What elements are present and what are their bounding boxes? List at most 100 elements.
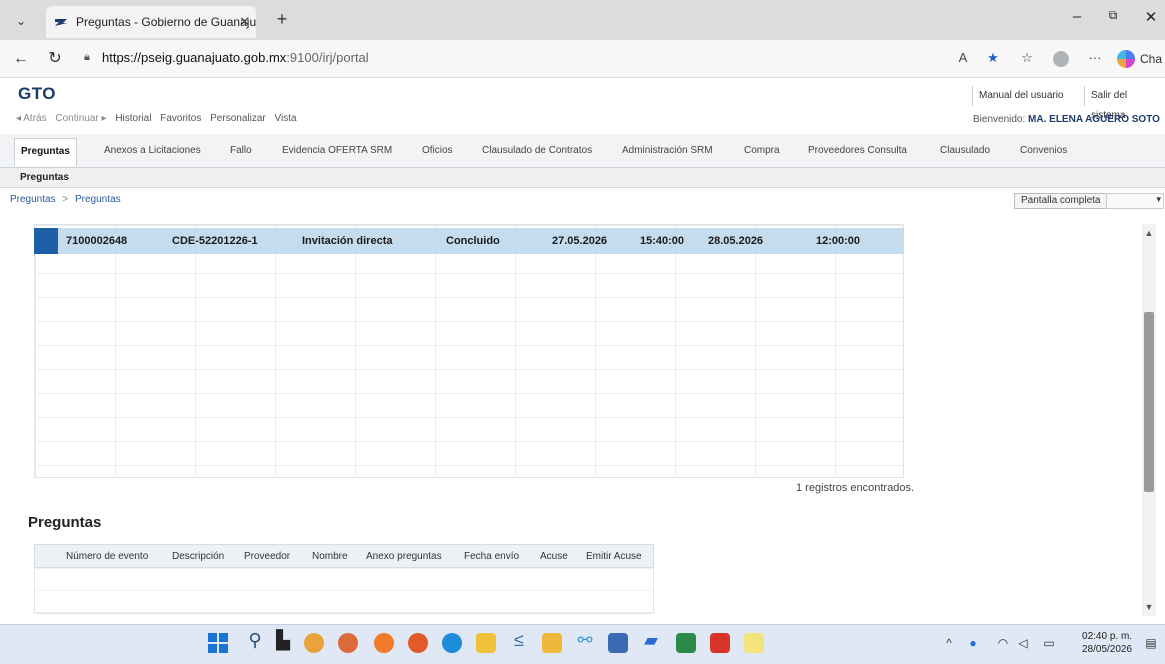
app-icon[interactable]: ≤ [508, 630, 530, 651]
tab-list-chevron-icon[interactable]: ⌄ [10, 10, 32, 32]
battery-icon[interactable]: ▭ [1040, 636, 1058, 650]
calculator-icon[interactable] [608, 633, 628, 653]
copilot-icon[interactable] [1117, 50, 1135, 68]
favorites-bar-icon[interactable]: ☆ [1016, 50, 1038, 66]
refresh-icon[interactable]: ↻ [44, 48, 66, 70]
tab-anexos-licitaciones[interactable]: Anexos a Licitaciones [104, 138, 201, 166]
restore-button[interactable]: ⧉ [1098, 8, 1128, 23]
events-table [34, 224, 904, 478]
fullscreen-button[interactable]: Pantalla completa [1014, 193, 1108, 209]
volume-icon[interactable]: ◁ [1014, 636, 1032, 650]
copilot-label[interactable]: Cha [1140, 52, 1162, 66]
acrobat-icon[interactable] [710, 633, 730, 653]
cell-event-status: Concluido [446, 235, 500, 247]
browser-tab[interactable]: Preguntas - Gobierno de Guanaju ✕ [46, 6, 256, 38]
logout-button[interactable]: Salir del sistema [1084, 86, 1165, 121]
column-header[interactable]: Proveedor [244, 551, 290, 562]
tab-title: Preguntas - Gobierno de Guanaju [76, 15, 256, 29]
chrome-app-icon[interactable] [304, 633, 324, 653]
clock-time: 02:40 p. m. [1082, 631, 1133, 642]
breadcrumb-item-current: Preguntas [75, 194, 121, 205]
nav-view-link[interactable]: Vista [275, 113, 297, 124]
taskbar-clock[interactable]: 02:40 p. m. 28/05/2026 [1082, 630, 1132, 656]
read-aloud-icon[interactable]: A [952, 50, 974, 65]
column-header[interactable]: Acuse [540, 551, 568, 562]
search-icon[interactable]: ⚲ [244, 630, 266, 651]
tab-clausulado-contratos[interactable]: Clausulado de Contratos [482, 138, 592, 166]
column-header[interactable]: Número de evento [66, 551, 148, 562]
favorite-star-icon[interactable]: ★ [982, 50, 1004, 66]
notification-icon[interactable]: ▤ [1142, 636, 1160, 650]
column-header[interactable]: Fecha envío [464, 551, 519, 562]
tab-oficios[interactable]: Oficios [422, 138, 453, 166]
cell-start-time: 15:40:00 [640, 235, 685, 247]
nav-history-link[interactable]: Historial [115, 113, 151, 124]
tab-fallo[interactable]: Fallo [230, 138, 252, 166]
nav-favorites-link[interactable]: Favoritos [160, 113, 201, 124]
column-header[interactable]: Emitir Acuse [586, 551, 642, 562]
edge-icon[interactable] [442, 633, 462, 653]
url-path: :9100/irj/portal [286, 50, 369, 65]
minimize-button[interactable]: – [1062, 8, 1092, 25]
mail-icon[interactable]: ▰ [640, 630, 662, 651]
scroll-up-icon[interactable]: ▲ [1142, 226, 1156, 240]
cell-end-time: 12:00:00 [816, 235, 861, 247]
column-header[interactable]: Nombre [312, 551, 348, 562]
records-count: 1 registros encontrados. [796, 482, 915, 494]
firefox-icon[interactable] [374, 633, 394, 653]
tray-overflow-icon[interactable]: ^ [940, 636, 958, 650]
tab-administracion-srm[interactable]: Administración SRM [622, 138, 713, 166]
nav-customize-link[interactable]: Personalizar [210, 113, 266, 124]
cell-end-date: 28.05.2026 [708, 235, 764, 247]
cell-event-number: 7100002648 [66, 235, 128, 247]
file-explorer-icon[interactable] [476, 633, 496, 653]
profile-avatar[interactable] [1053, 51, 1069, 67]
welcome-user: MA. ELENA AGUERO SOTO [1028, 114, 1160, 125]
opera-icon[interactable] [408, 633, 428, 653]
tab-compra[interactable]: Compra [744, 138, 780, 166]
excel-icon[interactable] [676, 633, 696, 653]
row-selector[interactable] [34, 228, 58, 254]
lock-icon: 🔒︎ [84, 51, 90, 63]
portal-logo: GTO [18, 84, 57, 103]
scrollbar-thumb[interactable] [1144, 312, 1154, 492]
scroll-down-icon[interactable]: ▼ [1142, 600, 1156, 614]
url-host: https://pseig.guanajuato.gob.mx [102, 50, 287, 65]
clock-date: 28/05/2026 [1082, 644, 1133, 655]
welcome-text: Bienvenido: MA. ELENA AGUERO SOTO [973, 114, 1160, 125]
sub-navigation [0, 168, 1165, 188]
questions-section-title: Preguntas [28, 514, 102, 531]
connect-icon[interactable]: ⚯ [574, 630, 596, 651]
more-menu-icon[interactable]: ··· [1084, 50, 1106, 65]
tab-clausulado[interactable]: Clausulado [940, 138, 990, 166]
store-icon[interactable] [542, 633, 562, 653]
nav-forward-link[interactable]: Continuar ▸ [55, 113, 106, 124]
tab-preguntas[interactable]: Preguntas [14, 138, 77, 166]
breadcrumb-item[interactable]: Preguntas [10, 194, 56, 205]
subnav-preguntas[interactable]: Preguntas [20, 172, 69, 183]
chrome-profile-icon[interactable] [338, 633, 358, 653]
new-tab-button[interactable]: + [270, 8, 294, 32]
questions-table-body [34, 568, 654, 614]
user-manual-button[interactable]: Manual del usuario [972, 86, 1070, 106]
task-view-icon[interactable]: ▙ [272, 630, 294, 651]
column-header[interactable]: Anexo preguntas [366, 551, 442, 562]
tab-close-icon[interactable]: ✕ [239, 6, 250, 38]
tab-evidencia-oferta[interactable]: Evidencia OFERTA SRM [282, 138, 392, 166]
nav-back-link[interactable]: ◂ Atrás [16, 113, 47, 124]
tab-convenios[interactable]: Convenios [1020, 138, 1067, 166]
cell-event-type: Invitación directa [302, 235, 393, 247]
close-window-button[interactable]: ✕ [1136, 8, 1165, 26]
start-menu-icon[interactable] [208, 633, 228, 653]
tab-proveedores-consulta[interactable]: Proveedores Consulta [808, 138, 907, 166]
welcome-prefix: Bienvenido: [973, 114, 1026, 125]
wifi-icon[interactable]: ◠ [994, 636, 1012, 650]
column-header[interactable]: Descripción [172, 551, 224, 562]
network-icon[interactable]: ● [964, 636, 982, 650]
site-favicon-icon [55, 19, 67, 26]
notepad-icon[interactable] [744, 633, 764, 653]
options-dropdown[interactable] [1106, 193, 1164, 209]
url-field[interactable]: 🔒︎ https://pseig.guanajuato.gob.mx:9100/… [78, 46, 938, 72]
back-arrow-icon[interactable]: ← [10, 48, 32, 70]
url-text: https://pseig.guanajuato.gob.mx:9100/irj… [102, 50, 369, 65]
